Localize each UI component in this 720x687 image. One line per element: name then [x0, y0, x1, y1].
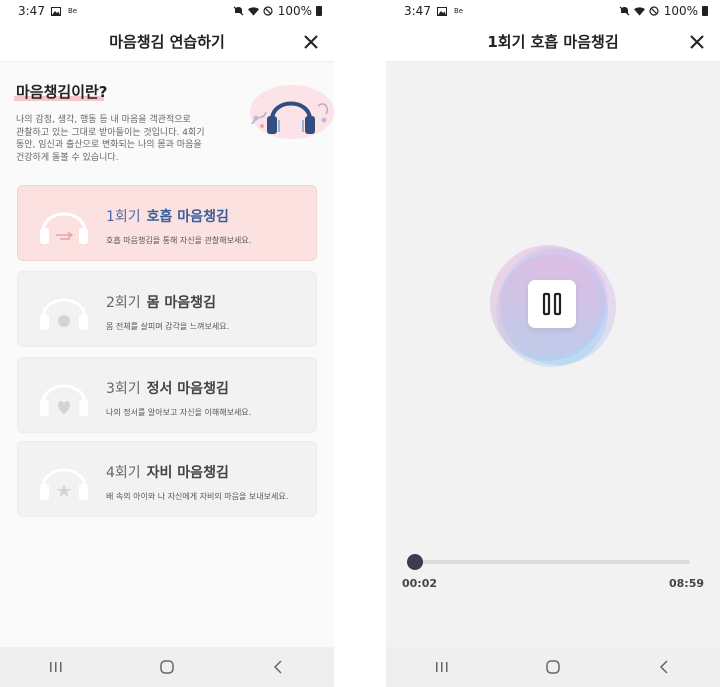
recents-button[interactable] — [41, 652, 71, 682]
player-screen: 3:47 Be 100% 1회기 호흡 마음챙김 00:02 08:59 — [386, 0, 720, 687]
home-icon — [546, 660, 560, 674]
session-name: 몸 마음챙김 — [146, 295, 216, 311]
battery-percent: 100% — [277, 4, 312, 18]
app-bar: 마음챙김 연습하기 — [0, 22, 334, 62]
session-card-compassion[interactable]: 4회기 자비 마음챙김 배 속의 아이와 나 자신에게 자비의 마음을 보내보세요… — [17, 441, 317, 517]
battery-icon — [702, 6, 708, 16]
back-button[interactable] — [263, 652, 293, 682]
session-card-breath[interactable]: 1회기 호흡 마음챙김 호흡 마음챙김을 통해 자신을 관찰해보세요. — [17, 185, 317, 261]
status-bar: 3:47 Be 100% — [386, 0, 720, 22]
battery-icon — [316, 6, 322, 16]
status-time: 3:47 — [404, 4, 431, 18]
navigation-bar — [0, 647, 334, 687]
intro-description: 나의 감정, 생각, 행동 등 내 마음을 객관적으로 관찰하고 있는 그대로 … — [16, 114, 246, 164]
intro-line: 나의 감정, 생각, 행동 등 내 마음을 객관적으로 — [16, 115, 191, 125]
battery-percent: 100% — [663, 4, 698, 18]
session-description: 나의 정서를 알아보고 자신을 이해해보세요. — [106, 408, 252, 417]
recents-button[interactable] — [427, 652, 457, 682]
recents-icon — [435, 662, 448, 672]
session-title: 2회기 몸 마음챙김 — [106, 292, 216, 312]
home-icon — [160, 660, 174, 674]
status-time: 3:47 — [18, 4, 45, 18]
wifi-icon — [633, 6, 645, 16]
close-icon — [304, 35, 318, 49]
pause-button[interactable] — [528, 280, 576, 328]
status-bar: 3:47 Be 100% — [0, 0, 334, 22]
page-title: 마음챙김 연습하기 — [109, 33, 225, 51]
mute-icon — [233, 6, 244, 16]
session-number: 1회기 — [106, 209, 141, 225]
close-icon — [690, 35, 704, 49]
home-button[interactable] — [152, 652, 182, 682]
session-description: 몸 전체를 살피며 감각을 느껴보세요. — [106, 322, 230, 331]
gallery-icon — [437, 6, 448, 16]
page-title: 1회기 호흡 마음챙김 — [487, 33, 619, 51]
session-number: 3회기 — [106, 381, 141, 397]
behance-badge: Be — [67, 7, 78, 15]
progress-thumb[interactable] — [407, 554, 424, 570]
close-button[interactable] — [300, 31, 322, 53]
close-button[interactable] — [686, 31, 708, 53]
total-time: 08:59 — [668, 577, 704, 590]
session-name: 호흡 마음챙김 — [146, 209, 229, 225]
body-headphones-icon — [38, 286, 90, 334]
session-number: 2회기 — [106, 295, 141, 311]
star-headphones-icon — [38, 456, 90, 504]
session-number: 4회기 — [106, 465, 141, 481]
mute-icon — [619, 6, 630, 16]
headphones-illustration — [244, 84, 334, 142]
do-not-disturb-icon — [649, 6, 660, 16]
wifi-icon — [247, 6, 259, 16]
intro-line: 건강하게 돌볼 수 있습니다. — [16, 152, 119, 163]
do-not-disturb-icon — [263, 6, 274, 16]
recents-icon — [49, 662, 62, 672]
current-time: 00:02 — [402, 577, 438, 590]
session-name: 자비 마음챙김 — [146, 465, 229, 481]
progress-track[interactable] — [414, 560, 690, 564]
session-title: 1회기 호흡 마음챙김 — [106, 206, 229, 226]
pause-icon — [542, 292, 562, 316]
intro-line: 동안, 임신과 출산으로 변화되는 나의 몸과 마음을 — [16, 140, 202, 150]
session-list-screen: 3:47 Be 100% 마음챙김 연습하기 마음챙김이란? 나의 감정, 생각… — [0, 0, 334, 687]
back-icon — [274, 660, 282, 674]
gallery-icon — [51, 6, 62, 16]
session-description: 배 속의 아이와 나 자신에게 자비의 마음을 보내보세요. — [106, 492, 289, 501]
navigation-bar — [386, 647, 720, 687]
back-icon — [660, 660, 668, 674]
session-card-emotion[interactable]: 3회기 정서 마음챙김 나의 정서를 알아보고 자신을 이해해보세요. — [17, 357, 317, 433]
breath-headphones-icon — [38, 200, 90, 248]
session-title: 4회기 자비 마음챙김 — [106, 462, 229, 482]
session-card-body[interactable]: 2회기 몸 마음챙김 몸 전체를 살피며 감각을 느껴보세요. — [17, 271, 317, 347]
heart-headphones-icon — [38, 372, 90, 420]
intro-line: 관찰하고 있는 그대로 받아들이는 것입니다. 4회기 — [16, 127, 205, 138]
back-button[interactable] — [649, 652, 679, 682]
session-description: 호흡 마음챙김을 통해 자신을 관찰해보세요. — [106, 236, 252, 245]
session-name: 정서 마음챙김 — [146, 381, 229, 397]
home-button[interactable] — [538, 652, 568, 682]
behance-badge: Be — [453, 7, 464, 15]
intro-heading: 마음챙김이란? — [16, 83, 108, 101]
app-bar: 1회기 호흡 마음챙김 — [386, 22, 720, 62]
session-title: 3회기 정서 마음챙김 — [106, 378, 229, 398]
